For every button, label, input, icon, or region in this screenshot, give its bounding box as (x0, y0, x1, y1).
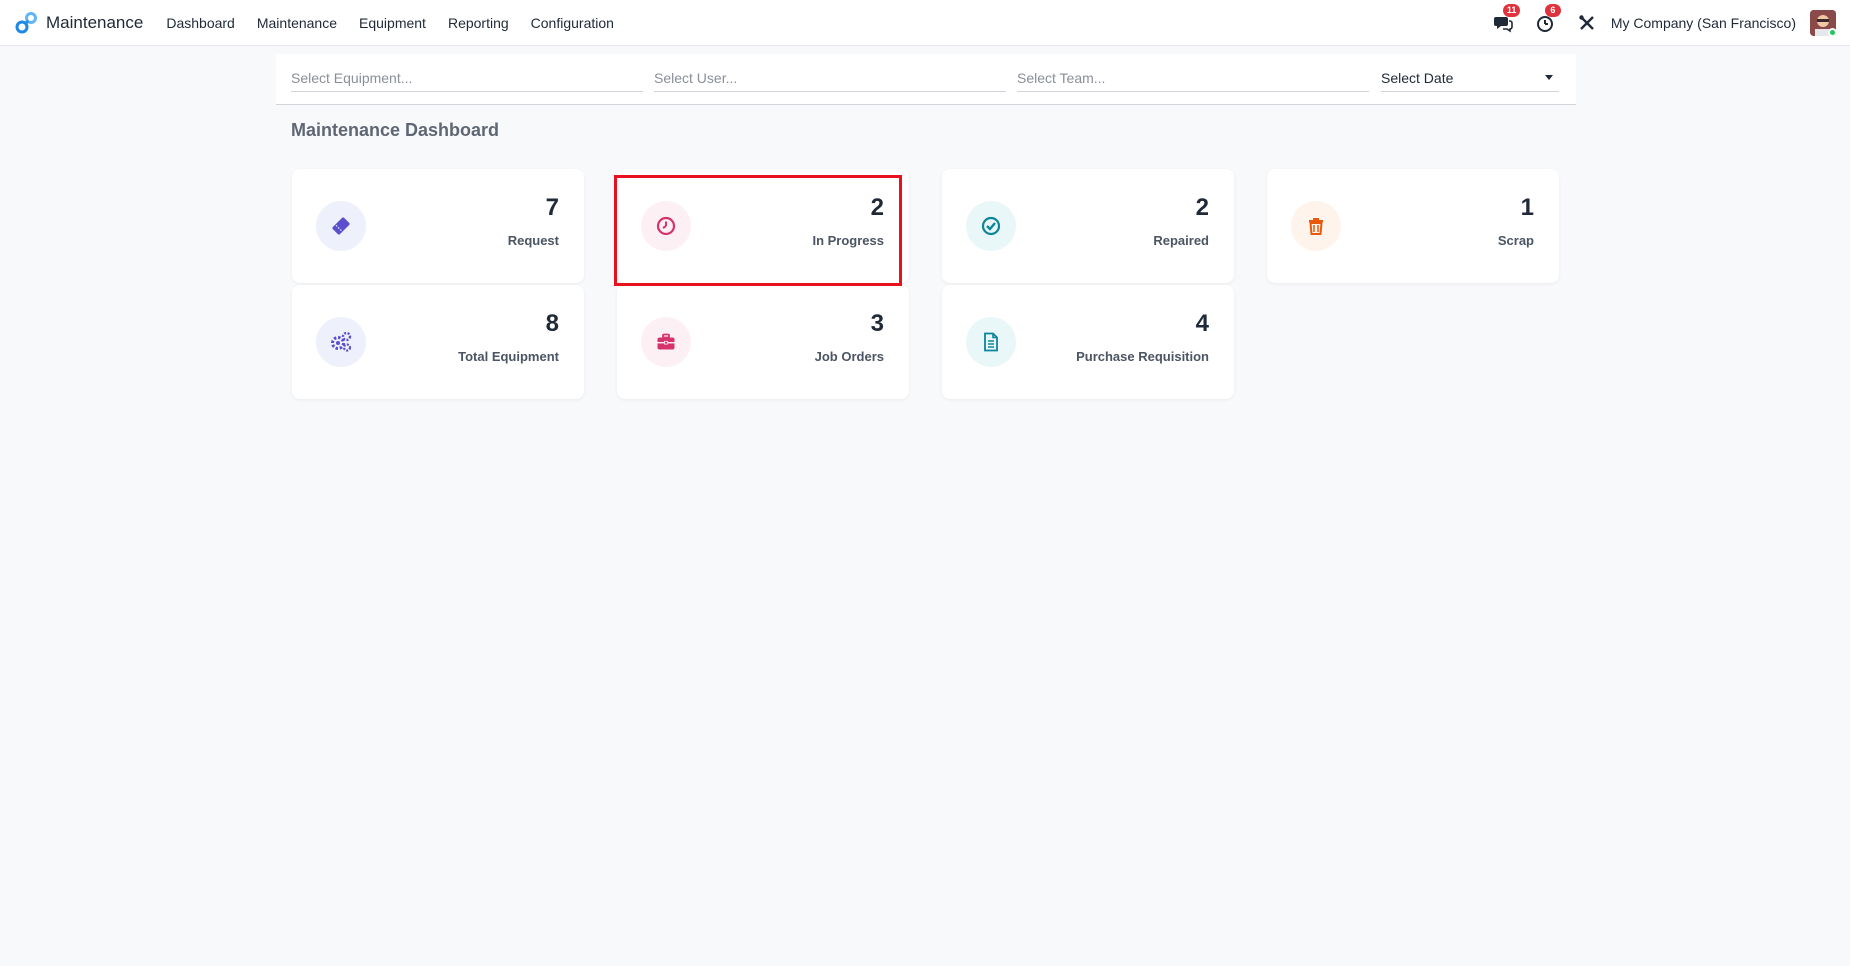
card-value: 4 (1195, 310, 1209, 337)
menu-item-configuration[interactable]: Configuration (520, 15, 625, 31)
card-label: Total Equipment (458, 349, 559, 364)
card-purchase-requisition[interactable]: 4 Purchase Requisition (942, 285, 1234, 399)
top-navbar: Maintenance Dashboard Maintenance Equipm… (0, 0, 1850, 46)
card-value: 3 (870, 310, 884, 337)
card-value: 2 (870, 194, 884, 221)
caret-down-icon (1545, 75, 1553, 80)
card-total-equipment[interactable]: 8 Total Equipment (292, 285, 584, 399)
team-filter-input[interactable] (1017, 64, 1369, 92)
user-avatar[interactable] (1810, 10, 1836, 36)
card-scrap[interactable]: 1 Scrap (1267, 169, 1559, 283)
card-label: Scrap (1497, 233, 1534, 248)
gears-icon (316, 317, 366, 367)
page-title: Maintenance Dashboard (291, 120, 500, 140)
trash-icon (1291, 201, 1341, 251)
menu-item-dashboard[interactable]: Dashboard (155, 15, 246, 31)
card-value: 7 (545, 194, 559, 221)
activities-clock-icon[interactable]: 6 (1533, 4, 1561, 35)
clock-icon (641, 201, 691, 251)
company-switcher[interactable]: My Company (San Francisco) (1611, 15, 1796, 31)
messages-count-badge: 11 (1502, 4, 1521, 17)
filters-bar: Select Date (276, 54, 1576, 105)
date-select-label: Select Date (1381, 69, 1454, 86)
menu-item-maintenance[interactable]: Maintenance (246, 15, 348, 31)
debug-tools-icon[interactable] (1575, 11, 1599, 35)
card-label: Purchase Requisition (1076, 349, 1209, 364)
card-value: 8 (545, 310, 559, 337)
card-job-orders[interactable]: 3 Job Orders (617, 285, 909, 399)
date-select[interactable]: Select Date (1381, 64, 1559, 92)
equipment-filter-input[interactable] (291, 64, 643, 92)
card-label: Request (507, 233, 559, 248)
ticket-icon (316, 201, 366, 251)
card-value: 1 (1520, 194, 1534, 221)
briefcase-icon (641, 317, 691, 367)
app-logo-icon (14, 11, 38, 35)
card-in-progress[interactable]: 2 In Progress (617, 169, 909, 283)
card-label: Repaired (1153, 233, 1209, 248)
activities-count-badge: 6 (1544, 4, 1561, 17)
brand[interactable]: Maintenance (14, 11, 155, 35)
card-label: In Progress (812, 233, 884, 248)
app-name[interactable]: Maintenance (46, 13, 143, 33)
card-value: 2 (1195, 194, 1209, 221)
menu-item-equipment[interactable]: Equipment (348, 15, 437, 31)
card-request[interactable]: 7 Request (292, 169, 584, 283)
user-filter-input[interactable] (654, 64, 1006, 92)
main-menu: Dashboard Maintenance Equipment Reportin… (155, 15, 625, 31)
document-icon (966, 317, 1016, 367)
check-circle-icon (966, 201, 1016, 251)
menu-item-reporting[interactable]: Reporting (437, 15, 520, 31)
online-status-dot (1828, 28, 1836, 36)
navbar-systray: 11 6 My Company (San Francisco) (1491, 0, 1850, 46)
card-repaired[interactable]: 2 Repaired (942, 169, 1234, 283)
card-label: Job Orders (814, 349, 884, 364)
messages-icon[interactable]: 11 (1491, 4, 1521, 35)
